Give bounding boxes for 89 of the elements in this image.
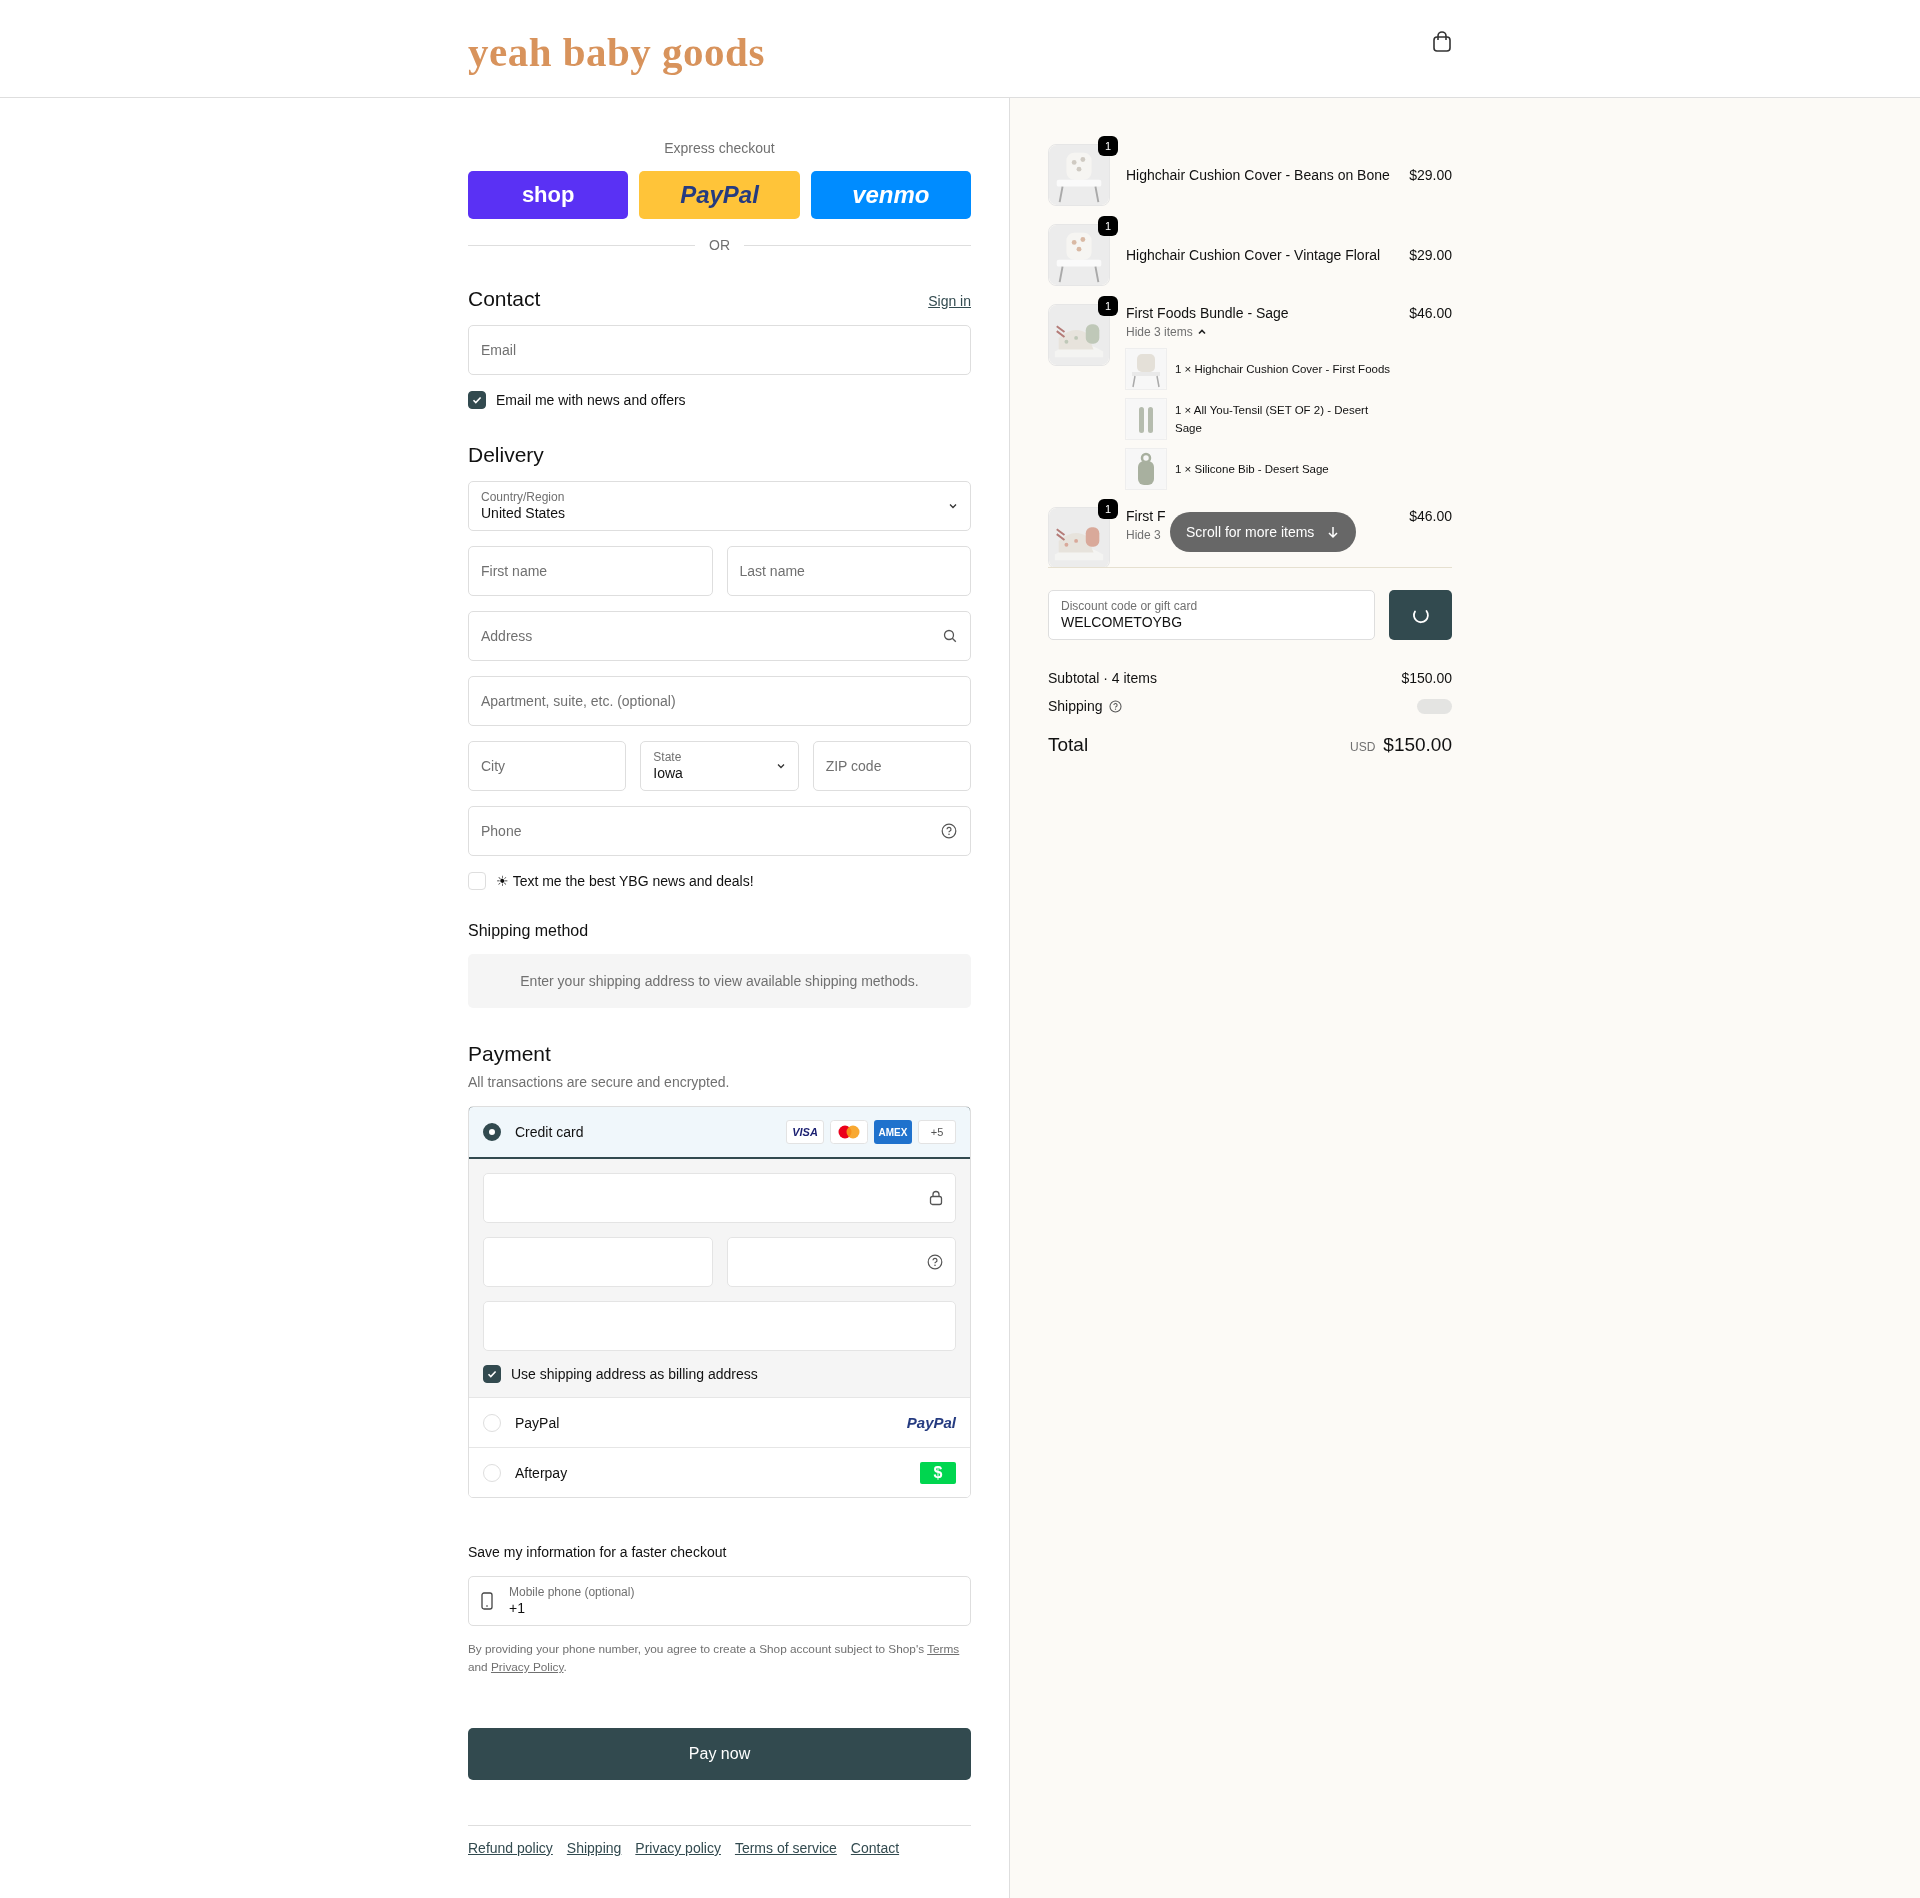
total-label: Total bbox=[1048, 734, 1089, 756]
loading-placeholder bbox=[1417, 698, 1452, 714]
security-code-field[interactable] bbox=[726, 1237, 956, 1287]
paypal-logo: PayPal bbox=[906, 1414, 956, 1431]
overlapping-circles-icon bbox=[830, 1120, 868, 1144]
chevron-down-icon bbox=[775, 761, 786, 771]
expiry-field[interactable] bbox=[483, 1237, 713, 1287]
radio-button[interactable] bbox=[483, 1123, 501, 1141]
currency-code: USD bbox=[1349, 740, 1376, 754]
section-heading: Delivery bbox=[468, 443, 545, 467]
section-heading: Contact bbox=[468, 287, 541, 311]
discount-code-field[interactable]: Discount code or gift card WELCOMETOYBG bbox=[1048, 590, 1375, 640]
search-icon bbox=[943, 629, 957, 643]
checkbox[interactable] bbox=[468, 391, 486, 409]
subtotal-label: Subtotal · 4 items bbox=[1048, 670, 1157, 686]
section-heading: Payment bbox=[468, 1042, 552, 1066]
or-separator: OR bbox=[709, 237, 730, 253]
text-field[interactable]: Phone bbox=[468, 806, 971, 856]
card-brand-badge: AMEX bbox=[874, 1120, 912, 1144]
toggle-items-link[interactable]: Hide 3 bbox=[1126, 528, 1161, 542]
express-pay-button[interactable]: shop bbox=[468, 171, 629, 219]
mobile-phone-icon bbox=[481, 1592, 493, 1610]
help-icon[interactable] bbox=[927, 1254, 943, 1270]
quantity-badge: 1 bbox=[1098, 499, 1118, 519]
pay-now-button[interactable]: Pay now bbox=[468, 1728, 971, 1780]
terms-link[interactable]: Privacy Policy bbox=[490, 1660, 564, 1674]
express-pay-button[interactable]: PayPal bbox=[639, 171, 800, 219]
bundle-item: 1 × Highchair Cushion Cover - First Foods bbox=[1175, 362, 1391, 377]
quantity-badge: 1 bbox=[1098, 216, 1118, 236]
bundle-item: 1 × All You-Tensil (SET OF 2) - Desert Sage bbox=[1175, 403, 1370, 436]
help-icon[interactable] bbox=[941, 823, 957, 839]
product-name: Highchair Cushion Cover - Vintage Floral bbox=[1126, 247, 1382, 263]
text-field[interactable]: Last name bbox=[726, 546, 971, 596]
shipping-label: Shipping bbox=[1048, 698, 1103, 714]
subtotal-value: $150.00 bbox=[1401, 670, 1452, 686]
footer-link[interactable]: Contact bbox=[850, 1840, 900, 1856]
lock-icon bbox=[929, 1190, 943, 1206]
checkbox-label: ☀ Text me the best YBG news and deals! bbox=[496, 873, 754, 889]
terms-link[interactable]: Terms bbox=[927, 1642, 960, 1656]
checkbox-label: Use shipping address as billing address bbox=[511, 1366, 758, 1382]
footer-link[interactable]: Privacy policy bbox=[635, 1840, 721, 1856]
payment-subtitle: All transactions are secure and encrypted. bbox=[468, 1074, 731, 1090]
mobile-phone-field[interactable]: Mobile phone (optional) +1 bbox=[468, 1576, 971, 1626]
checkmark-icon bbox=[486, 1368, 498, 1380]
product-name: Highchair Cushion Cover - Beans on Bone bbox=[1126, 167, 1391, 183]
payment-logo: $ bbox=[920, 1461, 956, 1484]
footer-link[interactable]: Shipping bbox=[566, 1840, 622, 1856]
section-heading: Save my information for a faster checkout bbox=[468, 1544, 728, 1560]
select-field[interactable]: State Iowa bbox=[640, 741, 799, 791]
item-price: $46.00 bbox=[1409, 305, 1452, 321]
item-price: $29.00 bbox=[1409, 247, 1452, 263]
quantity-badge: 1 bbox=[1098, 296, 1118, 316]
text-field[interactable]: ZIP code bbox=[812, 741, 971, 791]
apply-button[interactable] bbox=[1389, 590, 1452, 640]
card-brand-badge: VISA bbox=[786, 1120, 824, 1144]
toggle-items-link[interactable]: Hide 3 items bbox=[1126, 325, 1207, 339]
shopping-bag-icon[interactable] bbox=[1432, 30, 1452, 53]
footer-link[interactable]: Refund policy bbox=[468, 1840, 553, 1856]
name-on-card-field[interactable] bbox=[483, 1301, 956, 1351]
checkmark-icon bbox=[471, 394, 483, 406]
checkbox[interactable] bbox=[483, 1365, 501, 1383]
product-name: First F bbox=[1126, 508, 1167, 524]
shipping-notice: Enter your shipping address to view available shipping methods. bbox=[468, 954, 971, 1008]
text-field[interactable]: Apartment, suite, etc. (optional) bbox=[468, 676, 971, 726]
help-icon[interactable] bbox=[1108, 699, 1122, 713]
item-price: $29.00 bbox=[1409, 167, 1452, 183]
sign-in-link[interactable]: Sign in bbox=[928, 293, 971, 309]
email-field[interactable]: Email bbox=[468, 325, 971, 375]
payment-option[interactable]: Afterpay $ bbox=[469, 1447, 970, 1497]
text-field[interactable]: Address bbox=[468, 611, 971, 661]
total-value: $150.00 bbox=[1383, 734, 1452, 756]
quantity-badge: 1 bbox=[1098, 136, 1118, 156]
text-field[interactable]: First name bbox=[468, 546, 713, 596]
bundle-item: 1 × Silicone Bib - Desert Sage bbox=[1175, 462, 1329, 477]
chevron-down-icon bbox=[948, 501, 958, 511]
item-price: $46.00 bbox=[1409, 508, 1452, 524]
express-checkout-label: Express checkout bbox=[663, 140, 776, 156]
card-number-field[interactable] bbox=[483, 1173, 956, 1223]
product-name: First Foods Bundle - Sage bbox=[1126, 305, 1290, 321]
legal-text: By providing your phone number, you agree to create a Shop account subject to Shop's Terms and Privacy Policy. bbox=[468, 1641, 961, 1676]
payment-option[interactable]: Credit card VISA AMEX +5 bbox=[469, 1107, 970, 1158]
select-field[interactable]: Country/Region United States bbox=[468, 481, 971, 531]
arrow-down-icon bbox=[1326, 525, 1341, 539]
text-field[interactable]: City bbox=[468, 741, 627, 791]
checkbox-label: Email me with news and offers bbox=[496, 392, 686, 408]
more-brands-badge: +5 bbox=[918, 1120, 956, 1144]
scroll-hint-button[interactable]: Scroll for more items bbox=[1170, 512, 1357, 552]
section-heading: Shipping method bbox=[468, 922, 590, 940]
footer-link[interactable]: Terms of service bbox=[734, 1840, 837, 1856]
